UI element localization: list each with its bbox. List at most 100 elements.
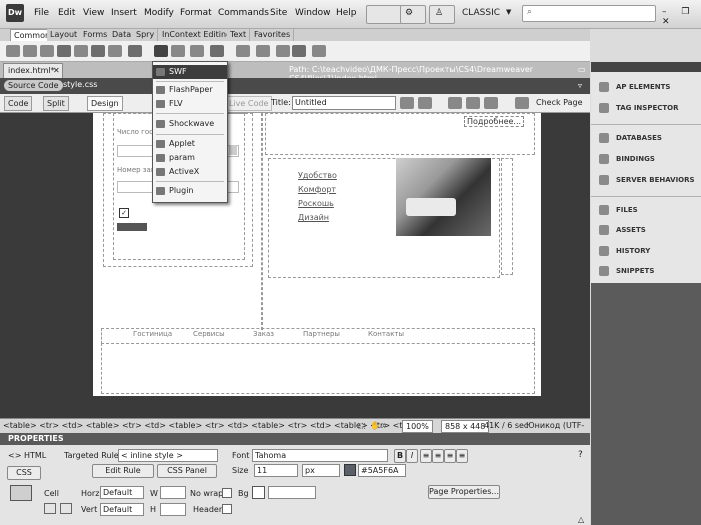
bg-color-input[interactable] [268, 486, 316, 499]
header-checkbox[interactable] [222, 504, 232, 514]
code-view-button[interactable]: Code [4, 96, 33, 111]
menu-modify[interactable]: Modify [144, 8, 174, 18]
split-cells-icon[interactable] [60, 503, 72, 514]
server-side-include-icon[interactable] [190, 45, 204, 57]
media-icon[interactable] [154, 45, 168, 57]
email-link-icon[interactable] [23, 45, 37, 57]
horz-select[interactable]: Default [100, 486, 144, 499]
images-icon[interactable] [108, 45, 122, 57]
menu-item-swf[interactable]: SWF [153, 65, 227, 79]
menu-site[interactable]: Site [270, 8, 287, 18]
vert-select[interactable]: Default [100, 503, 144, 516]
split-view-button[interactable]: Split [43, 96, 69, 111]
horizontal-rule-icon[interactable] [57, 45, 71, 57]
visual-aids-icon[interactable] [484, 97, 498, 109]
menu-item-applet[interactable]: Applet [153, 137, 227, 151]
agree-checkbox[interactable]: ✓ [119, 208, 129, 218]
css-panel-button[interactable]: CSS Panel [157, 464, 217, 478]
expand-icon[interactable]: △ [578, 515, 584, 524]
tag-selector-path[interactable]: <table> <tr> <td> <table> <tr> <td> <tab… [3, 419, 414, 433]
menu-edit[interactable]: Edit [58, 8, 75, 18]
menu-item-shockwave[interactable]: Shockwave [153, 117, 227, 131]
size-select[interactable]: 11 [254, 464, 298, 477]
preview-icon[interactable] [418, 97, 432, 109]
filter-icon[interactable]: ▿ [578, 81, 582, 90]
file-management-icon[interactable] [400, 97, 414, 109]
edit-rule-button[interactable]: Edit Rule [92, 464, 154, 478]
link-luxury[interactable]: Роскошь [298, 199, 334, 208]
hand-tool-icon[interactable]: ✋ [370, 419, 380, 433]
check-page-button[interactable]: Check Page [536, 98, 583, 107]
named-anchor-icon[interactable] [40, 45, 54, 57]
width-input[interactable] [160, 486, 186, 499]
properties-header[interactable]: PROPERTIES [0, 433, 590, 445]
templates-icon[interactable] [276, 45, 290, 57]
link-design[interactable]: Дизайн [298, 213, 329, 222]
menu-item-param[interactable]: param [153, 151, 227, 165]
panel-dock-header[interactable] [591, 62, 701, 72]
submit-button[interactable] [117, 223, 147, 231]
hyperlink-icon[interactable] [6, 45, 20, 57]
tab-text[interactable]: Text [227, 29, 251, 41]
link-comfort-2[interactable]: Комфорт [298, 185, 336, 194]
menu-view[interactable]: View [83, 8, 104, 18]
restore-icon[interactable]: ▭ [578, 65, 586, 74]
zoom-tool-icon[interactable]: ⌕ [382, 419, 386, 433]
live-code-button[interactable]: Live Code [225, 96, 273, 111]
more-link[interactable]: Подробнее... [464, 116, 525, 127]
align-left-icon[interactable]: ≡ [420, 449, 432, 463]
nav-item-partners[interactable]: Партнеры [303, 330, 340, 338]
comment-icon[interactable] [210, 45, 224, 57]
script-icon[interactable] [256, 45, 270, 57]
extend-button[interactable]: ⚙ [400, 5, 426, 24]
nav-item-services[interactable]: Сервисы [193, 330, 225, 338]
close-icon[interactable]: ✕ [53, 66, 60, 75]
source-code-button[interactable]: Source Code [4, 80, 63, 91]
align-center-icon[interactable]: ≡ [432, 449, 444, 463]
tab-spry[interactable]: Spry [133, 29, 159, 41]
targeted-rule-select[interactable]: < inline style > [118, 449, 218, 462]
menu-item-plugin[interactable]: Plugin [153, 184, 227, 198]
menu-window[interactable]: Window [295, 8, 331, 18]
page-properties-button[interactable]: Page Properties... [428, 485, 500, 499]
tab-data[interactable]: Data [109, 29, 136, 41]
select-tool-icon[interactable]: ⬚ [358, 419, 366, 433]
window-controls[interactable]: – ❐ ✕ [662, 7, 701, 27]
size-unit-select[interactable]: px [302, 464, 340, 477]
html-mode-button[interactable]: <> HTML [8, 451, 46, 460]
menu-item-flashpaper[interactable]: FlashPaper [153, 83, 227, 97]
menu-format[interactable]: Format [180, 8, 212, 18]
bold-button[interactable]: B [394, 449, 406, 463]
align-justify-icon[interactable]: ≡ [456, 449, 468, 463]
help-icon[interactable]: ? [578, 450, 583, 460]
template-icon[interactable] [128, 45, 142, 57]
nav-item-hotel[interactable]: Гостиница [133, 330, 172, 338]
menu-item-activex[interactable]: ActiveX [153, 165, 227, 179]
css-mode-button[interactable]: CSS [7, 466, 41, 480]
related-file-style-css[interactable]: style.css [63, 80, 97, 89]
menu-insert[interactable]: Insert [111, 8, 137, 18]
color-swatch[interactable] [344, 464, 356, 476]
validate-icon[interactable] [515, 97, 529, 109]
tab-incontext-editing[interactable]: InContext Editing [159, 29, 236, 41]
head-icon[interactable] [236, 45, 250, 57]
search-input[interactable]: ⌕ [522, 5, 656, 22]
color-input[interactable]: #5A5F6A [358, 464, 406, 477]
insert-extra-icon[interactable] [312, 45, 326, 57]
menu-file[interactable]: File [34, 8, 49, 18]
table-icon[interactable] [74, 45, 88, 57]
tag-chooser-icon[interactable] [292, 45, 306, 57]
italic-button[interactable]: I [406, 449, 418, 463]
design-view-button[interactable]: Design [87, 96, 123, 111]
tab-forms[interactable]: Forms [80, 29, 112, 41]
link-comfort-1[interactable]: Удобство [298, 171, 337, 180]
bg-color-swatch[interactable] [252, 486, 265, 499]
site-button[interactable]: ♙ [429, 5, 455, 24]
tab-favorites[interactable]: Favorites [251, 29, 295, 41]
view-options-icon[interactable] [466, 97, 480, 109]
height-input[interactable] [160, 503, 186, 516]
nowrap-checkbox[interactable] [222, 488, 232, 498]
layout-switcher-button[interactable] [366, 5, 402, 24]
title-input[interactable]: Untitled [292, 96, 396, 110]
refresh-icon[interactable] [448, 97, 462, 109]
